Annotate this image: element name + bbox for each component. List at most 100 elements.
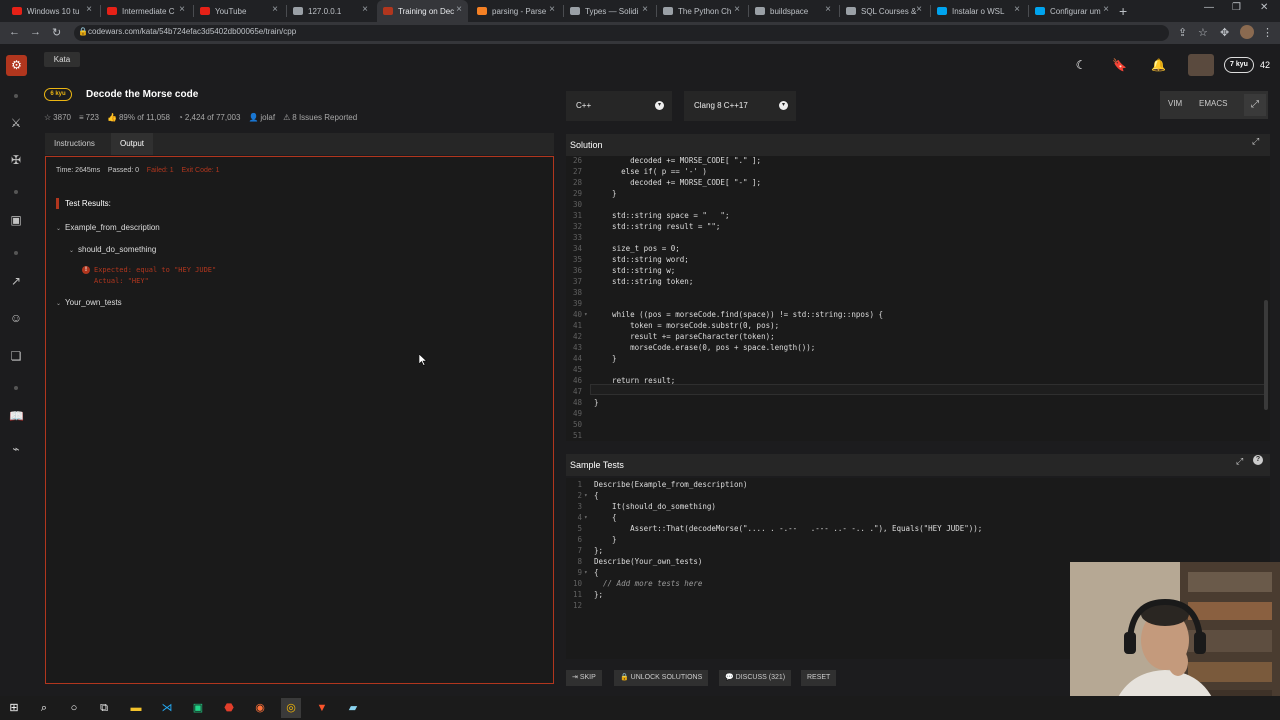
search-icon[interactable]: ⌕: [34, 698, 54, 718]
author-stat[interactable]: 👤 jolaf: [248, 113, 275, 122]
discuss-button[interactable]: 💬 DISCUSS (321): [719, 670, 792, 686]
brave-icon[interactable]: ▼: [312, 698, 332, 718]
browser-tab[interactable]: Windows 10 tu ×: [6, 0, 98, 22]
tab-close-icon[interactable]: ×: [916, 5, 922, 15]
browser-tab[interactable]: SQL Courses & ×: [840, 0, 928, 22]
pycharm-icon[interactable]: ▣: [188, 698, 208, 718]
dark-mode-moon-icon[interactable]: ☾: [1074, 58, 1088, 72]
docs-book-icon[interactable]: 📖: [9, 409, 24, 423]
file-explorer-icon[interactable]: ▬: [126, 698, 146, 718]
tab-label: YouTube: [215, 6, 247, 16]
tab-close-icon[interactable]: ×: [362, 5, 368, 15]
vim-mode-button[interactable]: VIM: [1168, 99, 1182, 108]
stars-stat[interactable]: ☆ 3870: [44, 113, 71, 122]
emacs-mode-button[interactable]: EMACS: [1199, 99, 1227, 108]
editor-scrollbar[interactable]: [1264, 300, 1268, 410]
solution-editor[interactable]: 26 decoded += MORSE_CODE[ "." ]; 27 else …: [566, 156, 1270, 441]
browser-tab[interactable]: Types — Solidi ×: [564, 0, 654, 22]
profile-avatar[interactable]: [1240, 25, 1254, 39]
code-line: 1 Describe(Example_from_description): [566, 479, 1270, 490]
compiler-select[interactable]: Clang 8 C++17 ▾: [684, 91, 796, 121]
user-avatar[interactable]: [1188, 54, 1214, 76]
windows-start-icon[interactable]: ⊞: [4, 698, 24, 718]
task-view-icon[interactable]: ⧉: [94, 698, 114, 718]
votes-stat[interactable]: ≡ 723: [79, 113, 99, 122]
forward-icon[interactable]: →: [30, 26, 41, 38]
tab-close-icon[interactable]: ×: [272, 5, 278, 15]
tab-instructions[interactable]: Instructions: [45, 133, 104, 155]
practice-icon[interactable]: ✠: [9, 153, 23, 167]
issues-stat[interactable]: ⚠ 8 Issues Reported: [283, 113, 357, 122]
briefcase-icon[interactable]: ▣: [9, 213, 23, 227]
reload-icon[interactable]: ↻: [52, 26, 61, 39]
it-label: should_do_something: [78, 245, 157, 254]
extensions-icon[interactable]: ✥: [1220, 26, 1229, 39]
firefox-icon[interactable]: ◉: [250, 698, 270, 718]
browser-tab[interactable]: Instalar o WSL ×: [931, 0, 1026, 22]
browser-tab[interactable]: Intermediate C ×: [101, 0, 191, 22]
tab-close-icon[interactable]: ×: [825, 5, 831, 15]
minimize-icon[interactable]: —: [1204, 2, 1214, 13]
tab-close-icon[interactable]: ×: [1103, 5, 1109, 15]
cortana-icon[interactable]: ○: [64, 698, 84, 718]
tab-close-icon[interactable]: ×: [1014, 5, 1020, 15]
vscode-icon[interactable]: ⋊: [157, 698, 177, 718]
tab-close-icon[interactable]: ×: [549, 5, 555, 15]
expand-icon[interactable]: ⤢: [1252, 136, 1259, 147]
bookmark-star-icon[interactable]: ☆: [1198, 26, 1208, 39]
fold-chevron-icon[interactable]: ▾: [584, 490, 588, 501]
url-text[interactable]: codewars.com/kata/54b724efac3d5402db0006…: [88, 27, 296, 36]
training-icon[interactable]: ⚔: [9, 116, 23, 130]
help-icon[interactable]: ?: [1253, 455, 1263, 465]
kata-nav-tab[interactable]: Kata: [44, 52, 80, 67]
tab-close-icon[interactable]: ×: [86, 5, 92, 15]
reset-button[interactable]: RESET: [801, 670, 837, 686]
chat-icon[interactable]: ❏: [9, 349, 23, 363]
fullscreen-icon[interactable]: ⤢: [1244, 94, 1266, 116]
code-line: 27 else if( p == '-' ): [566, 166, 1270, 177]
tab-close-icon[interactable]: ×: [734, 5, 740, 15]
tab-output[interactable]: Output: [111, 133, 154, 155]
window-close-icon[interactable]: ✕: [1260, 2, 1268, 13]
new-tab-button[interactable]: +: [1119, 3, 1127, 19]
browser-tab[interactable]: buildspace ×: [749, 0, 837, 22]
notes-app-icon[interactable]: ▰: [343, 698, 363, 718]
maximize-icon[interactable]: ❐: [1232, 2, 1241, 13]
share-icon[interactable]: ⇪: [1178, 26, 1187, 39]
codewars-logo-icon[interactable]: ⚙: [6, 55, 27, 76]
bookmark-icon[interactable]: 🔖: [1112, 58, 1127, 72]
tab-close-icon[interactable]: ×: [179, 5, 185, 15]
browser-tab[interactable]: 127.0.0.1 ×: [287, 0, 374, 22]
language-select[interactable]: C++ ▾: [566, 91, 672, 121]
tab-close-icon[interactable]: ×: [642, 5, 648, 15]
it-should-do-something[interactable]: ⌄ should_do_something: [69, 245, 156, 254]
passed-count: Passed: 0: [107, 167, 140, 174]
leaderboard-icon[interactable]: ↗: [9, 274, 23, 288]
skip-button[interactable]: ⇥ SKIP: [566, 670, 602, 686]
describe-example-from-description[interactable]: ⌄ Example_from_description: [56, 223, 160, 232]
chevron-down-icon: ⌄: [69, 248, 75, 254]
tab-close-icon[interactable]: ×: [456, 5, 462, 15]
fold-chevron-icon[interactable]: ▾: [584, 512, 588, 523]
browser-tab[interactable]: YouTube ×: [194, 0, 284, 22]
chrome-icon[interactable]: ◎: [281, 698, 301, 718]
browser-tab[interactable]: Training on Dec ×: [377, 0, 468, 22]
browser-tab[interactable]: The Python Ch ×: [657, 0, 746, 22]
back-icon[interactable]: ←: [9, 26, 20, 38]
issues-count: 8 Issues Reported: [292, 113, 358, 122]
app-icon[interactable]: ⬣: [219, 698, 239, 718]
rss-icon[interactable]: ⌁: [9, 442, 23, 456]
unlock-solutions-button[interactable]: 🔒 UNLOCK SOLUTIONS: [614, 670, 709, 686]
chevron-down-icon: ⌄: [56, 301, 62, 307]
code-text: while ((pos = morseCode.find(space)) != …: [594, 310, 883, 319]
notifications-bell-icon[interactable]: 🔔: [1151, 58, 1166, 72]
describe-your-own-tests[interactable]: ⌄ Your_own_tests: [56, 298, 122, 307]
fold-chevron-icon[interactable]: ▾: [584, 567, 588, 578]
browser-tab[interactable]: parsing - Parse ×: [471, 0, 561, 22]
browser-tab[interactable]: Configurar um ×: [1029, 0, 1115, 22]
line-number: 48: [572, 398, 582, 407]
expand-icon[interactable]: ⤢: [1236, 456, 1243, 467]
menu-kebab-icon[interactable]: ⋮: [1262, 26, 1273, 39]
fold-chevron-icon[interactable]: ▾: [584, 309, 588, 320]
discord-icon[interactable]: ☺: [9, 311, 23, 325]
